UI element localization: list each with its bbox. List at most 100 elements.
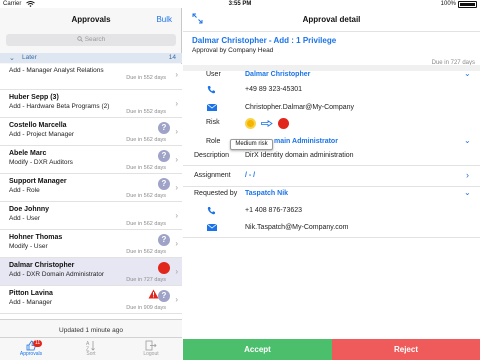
question-icon: ? (158, 150, 170, 162)
item-subtitle: Add - Manager (9, 299, 52, 306)
chevron-down-icon[interactable]: ⌄ (464, 69, 471, 78)
item-subtitle: Modify - User (9, 243, 48, 250)
detail-title: Approval detail (302, 15, 361, 24)
email-icon (207, 224, 217, 231)
role-value[interactable]: main Administrator (274, 138, 338, 145)
question-icon: ? (158, 234, 170, 246)
description-label: Description (194, 152, 230, 159)
chevron-right-icon: › (175, 267, 178, 276)
high-risk-icon[interactable] (278, 118, 289, 129)
list-item-selected[interactable]: Dalmar Christopher Add - DXR Domain Admi… (0, 258, 182, 286)
approvals-list[interactable]: Add - Manager Analyst Relations Due in 5… (0, 64, 182, 319)
item-due: Due in 562 days (126, 193, 166, 199)
list-item[interactable]: Hohner Thomas Modify - User ? Due in 562… (0, 230, 182, 258)
approval-subtitle: Approval by Company Head (192, 47, 274, 54)
approvals-pane: Approvals Bulk Search ⌄ Later 14 Add - M… (0, 8, 182, 360)
reject-button[interactable]: Reject (332, 339, 480, 360)
description-value: DirX Identity domain administration (245, 152, 354, 159)
item-due: Due in 562 days (126, 137, 166, 143)
email-icon (207, 104, 217, 111)
phone-icon (207, 85, 216, 94)
item-title: Doe Johnny (9, 206, 50, 213)
tab-bar: 11 Approvals AZ Sort Logout (0, 337, 182, 360)
list-item[interactable]: Abele Marc Modify - DXR Auditors ? Due i… (0, 146, 182, 174)
medium-risk-icon[interactable] (245, 118, 256, 129)
question-icon: ? (158, 290, 170, 302)
item-subtitle: Add - Manager Analyst Relations (9, 67, 104, 74)
risk-tooltip: Medium risk (230, 139, 273, 150)
item-title: Support Manager (9, 178, 67, 185)
search-placeholder: Search (84, 36, 106, 43)
approval-title: Dalmar Christopher - Add : 1 Privilege (192, 36, 337, 45)
user-phone[interactable]: +49 89 323-45301 (245, 86, 302, 93)
item-subtitle: Add - Hardware Beta Programs (2) (9, 103, 110, 110)
battery-percent: 100% (440, 1, 456, 7)
search-icon (76, 36, 83, 43)
group-count: 14 (168, 54, 176, 61)
item-due: Due in 562 days (126, 249, 166, 255)
battery-icon (458, 1, 477, 8)
chevron-right-icon: › (175, 99, 178, 108)
status-bar: Carrier 3:55 PM 100% (0, 0, 480, 8)
clock: 3:55 PM (228, 1, 252, 7)
chevron-right-icon: › (175, 127, 178, 136)
requester-phone[interactable]: +1 408 876-73623 (245, 207, 302, 214)
approvals-badge: 11 (33, 340, 43, 347)
chevron-down-icon: ⌄ (9, 55, 15, 62)
item-subtitle: Add - Project Manager (9, 131, 75, 138)
tab-sort-label: Sort (86, 351, 96, 357)
item-due: Due in 727 days (126, 277, 166, 283)
chevron-right-icon: › (466, 170, 469, 180)
assignment-row[interactable]: Assignment / - / › (183, 166, 480, 186)
user-email[interactable]: Christopher.Dalmar@My-Company (245, 104, 354, 111)
approvals-navbar: Approvals Bulk (0, 8, 182, 32)
chevron-down-icon[interactable]: ⌄ (464, 136, 471, 145)
sort-az-icon: AZ (71, 340, 111, 351)
list-item[interactable]: Add - Manager Analyst Relations Due in 5… (0, 64, 182, 90)
requester-email[interactable]: Nik.Taspatch@My-Company.com (245, 224, 348, 231)
divider (183, 186, 480, 187)
chevron-right-icon: › (175, 211, 178, 220)
item-due: Due in 552 days (126, 109, 166, 115)
phone-icon (207, 206, 216, 215)
chevron-right-icon: › (175, 155, 178, 164)
group-label: Later (22, 54, 37, 61)
tab-approvals[interactable]: 11 Approvals (11, 340, 51, 357)
chevron-down-icon[interactable]: ⌄ (464, 188, 471, 197)
item-subtitle: Add - User (9, 215, 41, 222)
list-item[interactable]: Costello Marcella Add - Project Manager … (0, 118, 182, 146)
tab-sort[interactable]: AZ Sort (71, 340, 111, 357)
approvals-title: Approvals (71, 15, 111, 24)
group-header-later[interactable]: ⌄ Later 14 (0, 53, 182, 63)
item-title: Pitton Lavina (9, 290, 53, 297)
user-name[interactable]: Dalmar Christopher (245, 71, 310, 78)
item-due: Due in 552 days (126, 75, 166, 81)
item-due: Due in 562 days (126, 221, 166, 227)
detail-pane: Approval detail Dalmar Christopher - Add… (183, 8, 480, 360)
item-subtitle: Add - DXR Domain Administrator (9, 271, 105, 278)
tab-approvals-label: Approvals (19, 351, 43, 357)
item-title: Costello Marcella (9, 122, 67, 129)
requester-name[interactable]: Taspatch Nik (245, 190, 288, 197)
list-item[interactable]: Huber Sepp (3) Add - Hardware Beta Progr… (0, 90, 182, 118)
list-item[interactable]: Pitton Lavina Add - Manager ? Due in 909… (0, 286, 182, 314)
item-subtitle: Add - Role (9, 187, 40, 194)
chevron-right-icon: › (175, 183, 178, 192)
assignment-value: / - / (245, 172, 256, 179)
question-icon: ? (158, 178, 170, 190)
item-title: Dalmar Christopher (9, 262, 75, 269)
divider (183, 237, 480, 238)
logout-icon (131, 340, 171, 351)
list-item[interactable]: Doe Johnny Add - User Due in 562 days › (0, 202, 182, 230)
bulk-button[interactable]: Bulk (156, 15, 172, 24)
tab-logout[interactable]: Logout (131, 340, 171, 357)
risk-label: Risk (206, 119, 220, 126)
search-input[interactable]: Search (6, 34, 176, 46)
high-risk-icon (158, 262, 170, 274)
chevron-right-icon: › (175, 239, 178, 248)
item-title: Hohner Thomas (9, 234, 63, 241)
item-subtitle: Modify - DXR Auditors (9, 159, 73, 166)
approvals-icon (11, 340, 51, 351)
list-item[interactable]: Support Manager Add - Role ? Due in 562 … (0, 174, 182, 202)
accept-button[interactable]: Accept (183, 339, 332, 360)
